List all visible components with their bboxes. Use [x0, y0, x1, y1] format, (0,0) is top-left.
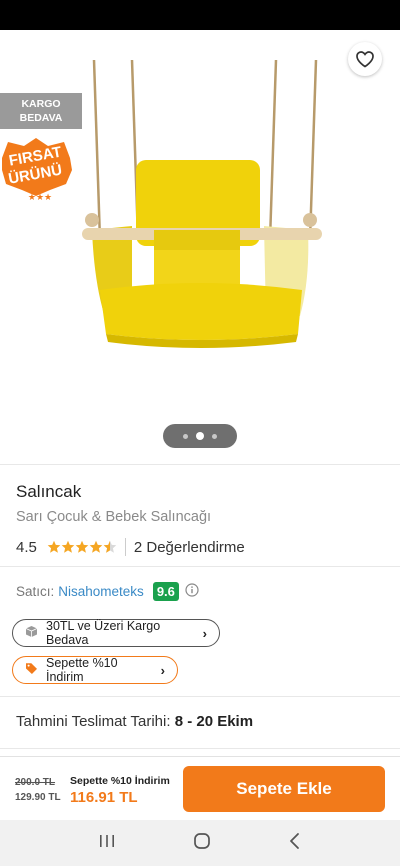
system-navigation-bar [0, 820, 400, 866]
svg-text:★★★: ★★★ [28, 192, 52, 202]
original-price: 200.0 TL [15, 777, 56, 788]
favorite-heart-icon[interactable] [348, 42, 382, 76]
pager-dot[interactable] [183, 433, 188, 439]
star-icon [89, 540, 103, 553]
basket-discount-pill[interactable]: Sepette %10 İndirim › [12, 656, 178, 684]
free-cargo-pill[interactable]: 30TL ve Üzeri Kargo Bedava › [12, 619, 220, 647]
product-image[interactable] [70, 50, 340, 360]
image-pager[interactable] [163, 424, 237, 448]
pager-dot[interactable] [212, 433, 217, 439]
star-icon [61, 540, 75, 553]
rating-stars [47, 540, 117, 554]
status-bar [0, 0, 400, 30]
basket-discount-text: Sepette %10 İndirim [46, 656, 118, 684]
seller-label: Satıcı: [16, 583, 55, 599]
product-gallery[interactable]: KARGO BEDAVA FIRSAT ÜRÜNÜ ★★★ [0, 30, 400, 464]
star-icon [47, 540, 61, 553]
delivery-date: 8 - 20 Ekim [174, 713, 254, 730]
pager-dot-active[interactable] [196, 432, 204, 440]
review-count[interactable]: 2 Değerlendirme [134, 539, 245, 556]
info-icon[interactable] [185, 582, 199, 600]
divider [0, 696, 400, 697]
back-arrow-icon[interactable] [14, 42, 50, 74]
divider [0, 566, 400, 567]
final-price: 116.91 TL [70, 789, 138, 806]
tag-icon [25, 662, 38, 678]
bottom-purchase-bar: 200.0 TL 129.90 TL Sepette %10 İndirim 1… [0, 756, 400, 820]
product-title: Salıncak [16, 482, 82, 501]
seller-name-link[interactable]: Nisahometeks [58, 584, 144, 599]
star-icon [75, 540, 89, 553]
recent-apps-icon[interactable] [98, 833, 116, 854]
divider [0, 464, 400, 465]
current-price: 129.90 TL [15, 792, 61, 803]
rating-score: 4.5 [16, 538, 37, 556]
firsat-urunu-badge: FIRSAT ÜRÜNÜ ★★★ [2, 138, 72, 202]
basket-discount-label: Sepette %10 İndirim [70, 775, 170, 787]
divider [0, 748, 400, 749]
add-to-cart-button[interactable]: Sepete Ekle [183, 766, 385, 812]
chevron-right-icon: › [202, 625, 207, 641]
seller-score-badge: 9.6 [152, 581, 179, 601]
rating-row[interactable]: 4.5 2 Değerlendirme [16, 537, 245, 557]
home-icon[interactable] [193, 832, 211, 855]
free-cargo-text: 30TL ve Üzeri Kargo Bedava [46, 619, 161, 647]
chevron-right-icon: › [160, 662, 165, 678]
package-icon [25, 625, 38, 641]
delivery-estimate: Tahmini Teslimat Tarihi: 8 - 20 Ekim [16, 713, 253, 730]
back-nav-icon[interactable] [288, 832, 302, 855]
seller-row: Satıcı: Nisahometeks 9.6 [16, 580, 199, 602]
delivery-label: Tahmini Teslimat Tarihi: [16, 713, 171, 730]
product-subtitle: Sarı Çocuk & Bebek Salıncağı [16, 509, 212, 525]
